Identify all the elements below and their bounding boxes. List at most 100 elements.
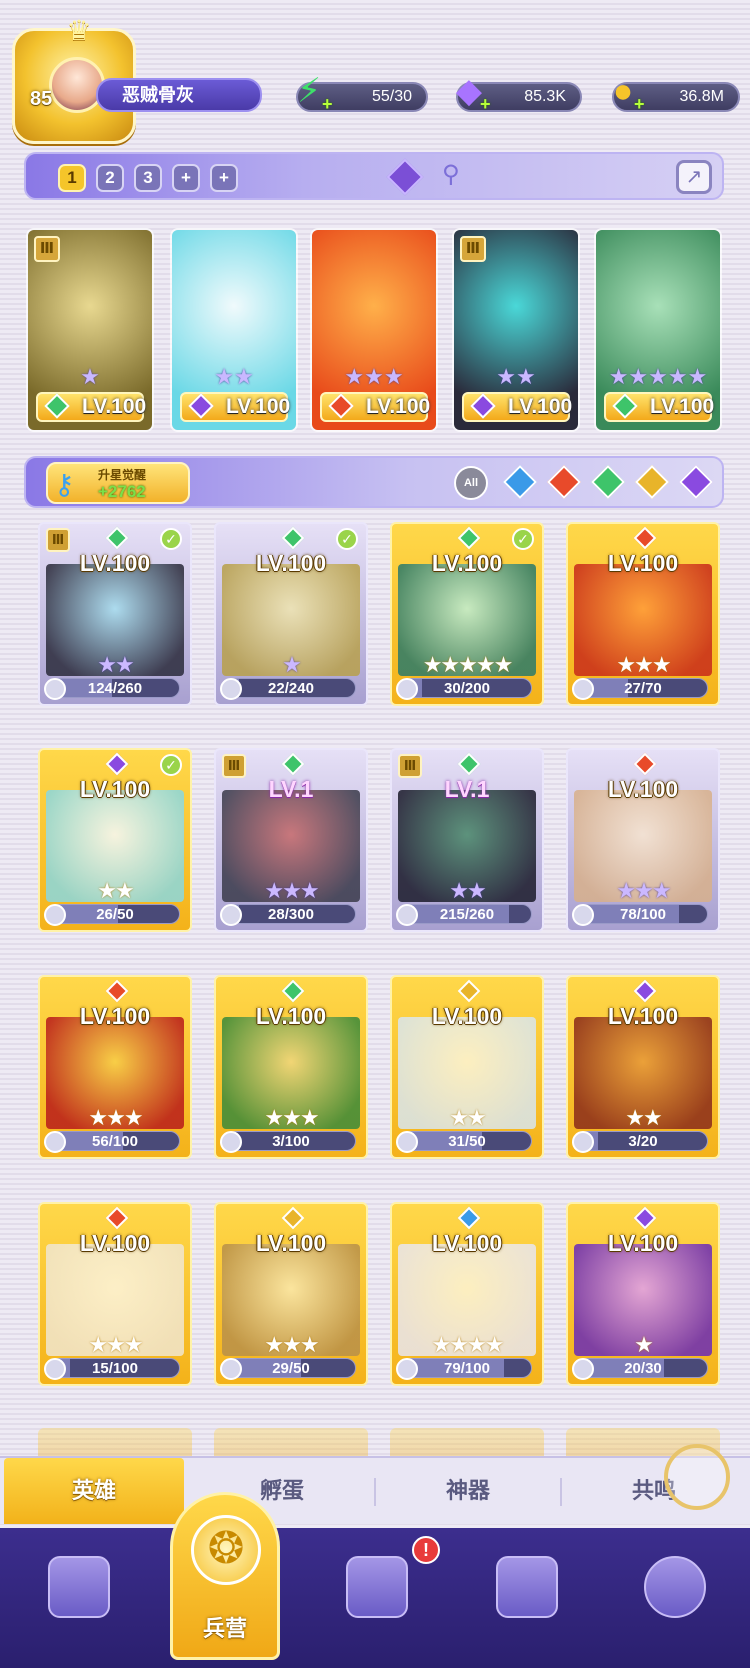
shard-icon	[220, 904, 242, 926]
rank-badge-icon: Ⅲ	[34, 236, 60, 262]
team-tab-1[interactable]: 1	[58, 164, 86, 192]
shard-progress-bar: 15/100	[50, 1358, 180, 1378]
hero-card[interactable]: LV.100 ★★★ 29/50	[214, 1202, 368, 1386]
hero-card[interactable]: Ⅲ LV.1 ★★★ 28/300	[214, 748, 368, 932]
hero-card[interactable]: Ⅲ LV.1 ★★ 215/260	[390, 748, 544, 932]
shard-progress-text: 15/100	[92, 1360, 138, 1377]
check-icon: ✓	[336, 528, 358, 550]
element-gem-icon	[633, 752, 657, 776]
hero-level: LV.100	[255, 1230, 327, 1256]
key-icon: ⚷	[54, 469, 75, 500]
hooded-figure-icon	[644, 1556, 706, 1618]
hero-card[interactable]: LV.100 ★★★★ 79/100	[390, 1202, 544, 1386]
filter-all-button[interactable]: All	[454, 466, 488, 500]
hero-card[interactable]: ✓ LV.100 ★★★★★ 30/200	[390, 522, 544, 706]
hero-card[interactable]: LV.100 ★★ 31/50	[390, 975, 544, 1159]
hero-card[interactable]: LV.100 ★ 20/30	[566, 1202, 720, 1386]
team-hero-card[interactable]: ★★★ LV.100	[310, 228, 438, 432]
filter-water-icon[interactable]	[503, 465, 537, 499]
filter-fire-icon[interactable]	[547, 465, 581, 499]
shard-icon	[44, 1131, 66, 1153]
team-hero-card[interactable]: ★★★★★ LV.100	[594, 228, 722, 432]
shard-progress-text: 124/260	[87, 680, 143, 697]
notification-badge: !	[412, 1536, 440, 1564]
filter-light-icon[interactable]	[635, 465, 669, 499]
nav-cards[interactable]	[30, 1546, 126, 1642]
filter-nature-icon[interactable]	[591, 465, 625, 499]
gold-plus-icon[interactable]: +	[634, 95, 650, 113]
shard-progress-text: 28/300	[268, 906, 314, 923]
crown-icon: ♛	[66, 15, 92, 46]
shard-progress-text: 3/20	[628, 1133, 658, 1150]
element-gem-icon	[281, 1206, 305, 1230]
shard-progress-text: 79/100	[444, 1360, 490, 1377]
element-gem-icon	[633, 979, 657, 1003]
floating-action-button[interactable]	[664, 1444, 730, 1510]
nav-mystery[interactable]	[626, 1546, 722, 1642]
shard-icon	[220, 1358, 242, 1380]
energy-plus-icon[interactable]: +	[322, 95, 338, 113]
hero-card[interactable]: ✓ LV.100 ★ 22/240	[214, 522, 368, 706]
shard-progress-bar: 3/100	[226, 1131, 356, 1151]
team-hero-card[interactable]: Ⅲ ★★ LV.100	[452, 228, 580, 432]
filter-dark-icon[interactable]	[679, 465, 713, 499]
bottom-nav: ❂ 兵营 !	[0, 1492, 750, 1668]
book-icon	[346, 1556, 408, 1618]
element-gem-icon	[105, 526, 129, 550]
team-tab-add-1[interactable]: +	[172, 164, 200, 192]
shard-icon	[572, 1131, 594, 1153]
team-tab-2[interactable]: 2	[96, 164, 124, 192]
hero-card[interactable]: LV.100 ★★★ 78/100	[566, 748, 720, 932]
hero-stars: ★★	[97, 878, 134, 903]
hero-card[interactable]: LV.100 ★★★ 27/70	[566, 522, 720, 706]
hero-level: LV.100	[431, 1230, 503, 1256]
nav-shrine[interactable]	[478, 1546, 574, 1642]
element-gem-icon	[457, 1206, 481, 1230]
hero-card[interactable]: LV.100 ★★★ 56/100	[38, 975, 192, 1159]
shard-progress-bar: 20/30	[578, 1358, 708, 1378]
hero-stars: ★★	[449, 878, 486, 903]
team-hero-card[interactable]: ★★ LV.100	[170, 228, 298, 432]
shard-icon	[572, 1358, 594, 1380]
tab-heroes[interactable]: 英雄	[4, 1458, 184, 1524]
hero-level: LV.100	[431, 550, 503, 576]
hero-card[interactable]: Ⅲ ✓ LV.100 ★★ 124/260	[38, 522, 192, 706]
shard-icon	[44, 904, 66, 926]
search-icon[interactable]: ⚲	[442, 160, 460, 189]
element-gem-icon[interactable]	[386, 158, 424, 196]
hero-card[interactable]: ✓ LV.100 ★★ 26/50	[38, 748, 192, 932]
check-icon: ✓	[512, 528, 534, 550]
share-icon[interactable]: ↗	[676, 160, 712, 194]
shard-progress-bar: 215/260	[402, 904, 532, 924]
shard-progress-bar: 3/20	[578, 1131, 708, 1151]
tab-divider	[374, 1478, 376, 1506]
element-gem-icon	[281, 752, 305, 776]
team-tab-3[interactable]: 3	[134, 164, 162, 192]
shard-progress-bar: 56/100	[50, 1131, 180, 1151]
hero-stars: ★★	[625, 1105, 662, 1130]
star-awaken-button[interactable]: ⚷ 升星觉醒 +2762	[46, 462, 190, 504]
nav-barracks[interactable]: ❂ 兵营	[170, 1492, 280, 1660]
shard-progress-text: 29/50	[272, 1360, 310, 1377]
hero-card[interactable]: LV.100 ★★ 3/20	[566, 975, 720, 1159]
hero-level: LV.100	[607, 550, 679, 576]
hero-level: LV.100	[79, 550, 151, 576]
hero-card[interactable]: LV.100 ★★★ 15/100	[38, 1202, 192, 1386]
team-tab-add-2[interactable]: +	[210, 164, 238, 192]
tab-artifact[interactable]: 神器	[378, 1458, 558, 1524]
element-gem-icon	[105, 979, 129, 1003]
hero-level: LV.100	[79, 1230, 151, 1256]
hero-card[interactable]: LV.100 ★★★ 3/100	[214, 975, 368, 1159]
nav-book[interactable]	[328, 1546, 424, 1642]
hero-stars: ★	[80, 364, 100, 389]
hero-stars: ★★	[496, 364, 536, 389]
shard-icon	[396, 1131, 418, 1153]
team-hero-card[interactable]: Ⅲ ★ LV.100	[26, 228, 154, 432]
shard-progress-bar: 26/50	[50, 904, 180, 924]
shard-progress-text: 30/200	[444, 680, 490, 697]
awaken-value: +2762	[98, 482, 146, 501]
gem-plus-icon[interactable]: +	[480, 95, 496, 113]
shard-icon	[220, 678, 242, 700]
gem-value: 85.3K	[524, 88, 566, 105]
element-gem-icon	[281, 526, 305, 550]
